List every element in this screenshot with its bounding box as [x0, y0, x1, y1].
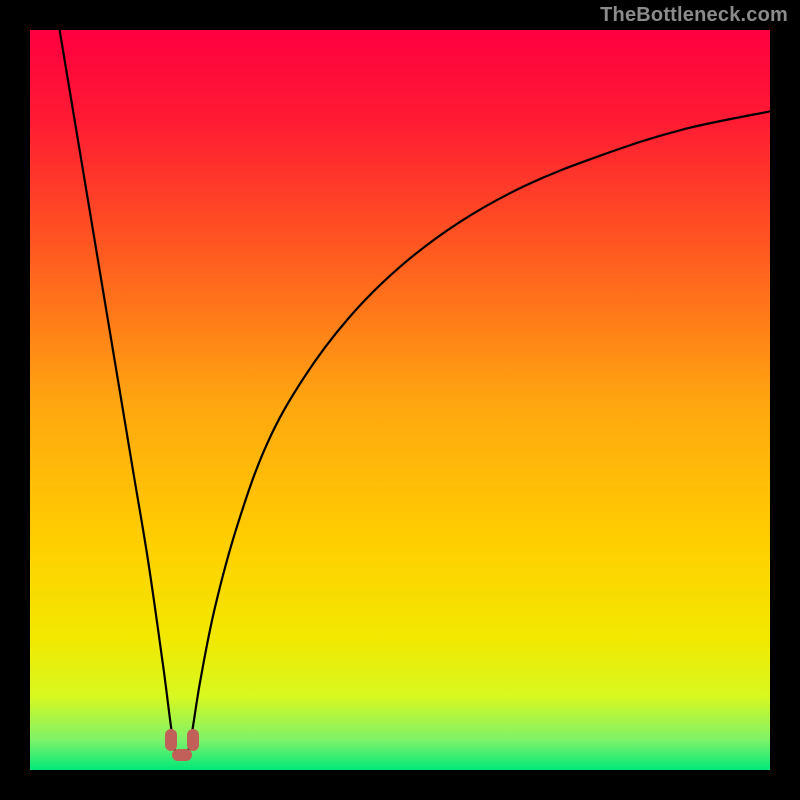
minimum-marker-right [187, 729, 199, 751]
minimum-marker-left [165, 729, 177, 751]
plot-area [30, 30, 770, 770]
watermark-text: TheBottleneck.com [600, 4, 788, 27]
minimum-marker-bottom [172, 749, 192, 761]
bottleneck-curve [30, 30, 770, 770]
